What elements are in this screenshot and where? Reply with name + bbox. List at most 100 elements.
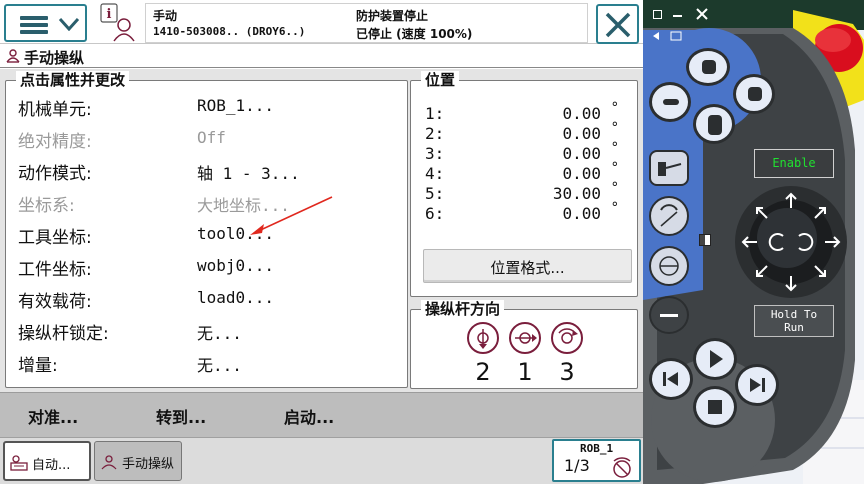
step-backward-icon — [663, 372, 678, 386]
flexpendant-screen: i 手动 1410-503008.. (DROY6..) 防护装置停止 已停止 … — [0, 0, 730, 484]
run-status: 已停止 (速度 100%) — [356, 27, 473, 41]
task-auto[interactable]: 自动... — [3, 441, 91, 481]
taskbar: 自动... 手动操纵 — [0, 437, 643, 484]
property-label: 机械单元: — [18, 100, 92, 120]
position-row: 4: 0.00 ° — [425, 160, 625, 184]
jogging-icon — [101, 455, 117, 470]
toggle-motion-button[interactable] — [649, 246, 689, 286]
controller-minimize-icon[interactable] — [673, 15, 682, 17]
controller-maximize-icon[interactable] — [653, 10, 662, 19]
property-value: ROB_1... — [197, 96, 275, 115]
joystick-direction-number: 2 — [475, 358, 491, 386]
auto-program-icon — [10, 455, 28, 471]
mechanical-unit-button[interactable] — [649, 150, 689, 186]
annotation-arrow-icon — [250, 196, 333, 235]
axis-unit: ° — [610, 180, 619, 196]
position-row: 2: 0.00 ° — [425, 120, 625, 144]
property-label: 工具坐标: — [18, 228, 92, 248]
window-title-bar: 手动操纵 — [0, 45, 643, 68]
status-info-button[interactable]: i — [97, 3, 139, 43]
joystick-direction-number: 1 — [517, 358, 533, 386]
position-format-button[interactable]: 位置格式... — [423, 249, 632, 283]
enable-label: Enable — [772, 156, 816, 170]
axis-number: 4: — [425, 164, 445, 183]
close-icon — [605, 12, 631, 38]
activate-button[interactable]: 启动... — [284, 404, 334, 428]
joystick-icon[interactable] — [739, 190, 843, 294]
axis-number: 5: — [425, 184, 445, 203]
speed-icon — [613, 457, 631, 478]
enable-button[interactable]: Enable — [754, 149, 834, 178]
property-row-joystick-lock[interactable]: 操纵杆锁定: 无... — [18, 317, 398, 345]
align-button[interactable]: 对准... — [28, 404, 78, 428]
task-jog[interactable]: 手动操纵 — [94, 441, 182, 481]
position-row: 5: 30.00 ° — [425, 180, 625, 204]
property-row-increment[interactable]: 增量: 无... — [18, 349, 398, 377]
joystick-group-title: 操纵杆方向 — [421, 300, 505, 318]
axis-value: 0.00 — [562, 104, 601, 123]
quickset-button[interactable]: ROB_1 1/3 — [552, 439, 641, 482]
top-bar: i 手动 1410-503008.. (DROY6..) 防护装置停止 已停止 … — [0, 0, 730, 44]
property-value: load0... — [197, 288, 275, 307]
axis-unit: ° — [610, 140, 619, 156]
step-forward-button[interactable] — [735, 364, 779, 406]
virtual-controller-panel: Enable Hold To Run — [643, 0, 864, 484]
axis-number: 2: — [425, 124, 445, 143]
controller-close-icon[interactable] — [695, 7, 709, 21]
properties-group: 点击属性并更改 机械单元: ROB_1... 绝对精度: Off 动作模式: 轴 1 … — [5, 71, 408, 388]
menu-icon — [20, 16, 48, 34]
system-id: 1410-503008.. (DROY6..) — [153, 25, 306, 38]
window-title: 手动操纵 — [24, 49, 85, 67]
position-row: 1: 0.00 ° — [425, 100, 625, 124]
property-row-tool[interactable]: 工具坐标: tool0... — [18, 221, 398, 249]
axis-unit: ° — [610, 120, 619, 136]
key-3-button[interactable] — [649, 82, 691, 122]
increment-button[interactable] — [649, 296, 689, 334]
stop-button[interactable] — [693, 386, 737, 428]
step-backward-button[interactable] — [649, 358, 693, 400]
key-1-button[interactable] — [686, 48, 730, 86]
task-jog-label: 手动操纵 — [122, 457, 175, 472]
speed-increment: 1/3 — [564, 456, 590, 475]
key-4-button[interactable] — [693, 104, 735, 144]
property-row-mechanical-unit[interactable]: 机械单元: ROB_1... — [18, 93, 398, 121]
main-menu-button[interactable] — [4, 4, 87, 42]
property-label: 增量: — [18, 356, 58, 376]
property-label: 绝对精度: — [18, 132, 92, 152]
key-2-button[interactable] — [733, 74, 775, 114]
info-icon-letter: i — [107, 7, 112, 22]
property-row-payload[interactable]: 有效载荷: load0... — [18, 285, 398, 313]
axis-unit: ° — [610, 160, 619, 176]
axis-number: 1: — [425, 104, 445, 123]
hold-to-run-label: Hold To Run — [770, 308, 818, 334]
position-row: 6: 0.00 ° — [425, 200, 625, 224]
joystick-rotate-icon — [551, 322, 583, 354]
operator-info-icon: i — [100, 3, 135, 42]
jogging-window-icon — [6, 49, 20, 63]
step-forward-icon — [750, 378, 765, 392]
axis-value: 30.00 — [552, 184, 601, 203]
properties-group-title: 点击属性并更改 — [16, 71, 130, 89]
position-group-title: 位置 — [421, 71, 460, 89]
property-row-motion-mode[interactable]: 动作模式: 轴 1 - 3... — [18, 157, 398, 185]
axis-value: 0.00 — [562, 124, 601, 143]
joystick-handle-icon[interactable] — [699, 234, 711, 246]
position-format-label: 位置格式... — [490, 259, 565, 277]
goto-button[interactable]: 转到... — [156, 404, 206, 428]
task-auto-label: 自动... — [32, 458, 71, 473]
status-panel[interactable]: 手动 1410-503008.. (DROY6..) 防护装置停止 已停止 (速… — [145, 3, 730, 43]
property-row-work-object[interactable]: 工件坐标: wobj0... — [18, 253, 398, 281]
chevron-down-icon — [58, 17, 80, 31]
axis-value: 0.00 — [562, 204, 601, 223]
safety-status: 防护装置停止 — [356, 9, 429, 23]
property-label: 操纵杆锁定: — [18, 324, 109, 344]
close-button[interactable] — [596, 4, 639, 44]
hold-to-run-button[interactable]: Hold To Run — [754, 305, 834, 337]
controller-tools-icon[interactable] — [651, 30, 685, 42]
start-button[interactable] — [693, 338, 737, 380]
axis-number: 3: — [425, 144, 445, 163]
action-bar: 对准... 转到... 启动... — [0, 392, 643, 437]
joystick-up-down-icon — [467, 322, 499, 354]
motion-mode-button[interactable] — [649, 196, 689, 236]
property-value: 轴 1 - 3... — [197, 164, 300, 183]
